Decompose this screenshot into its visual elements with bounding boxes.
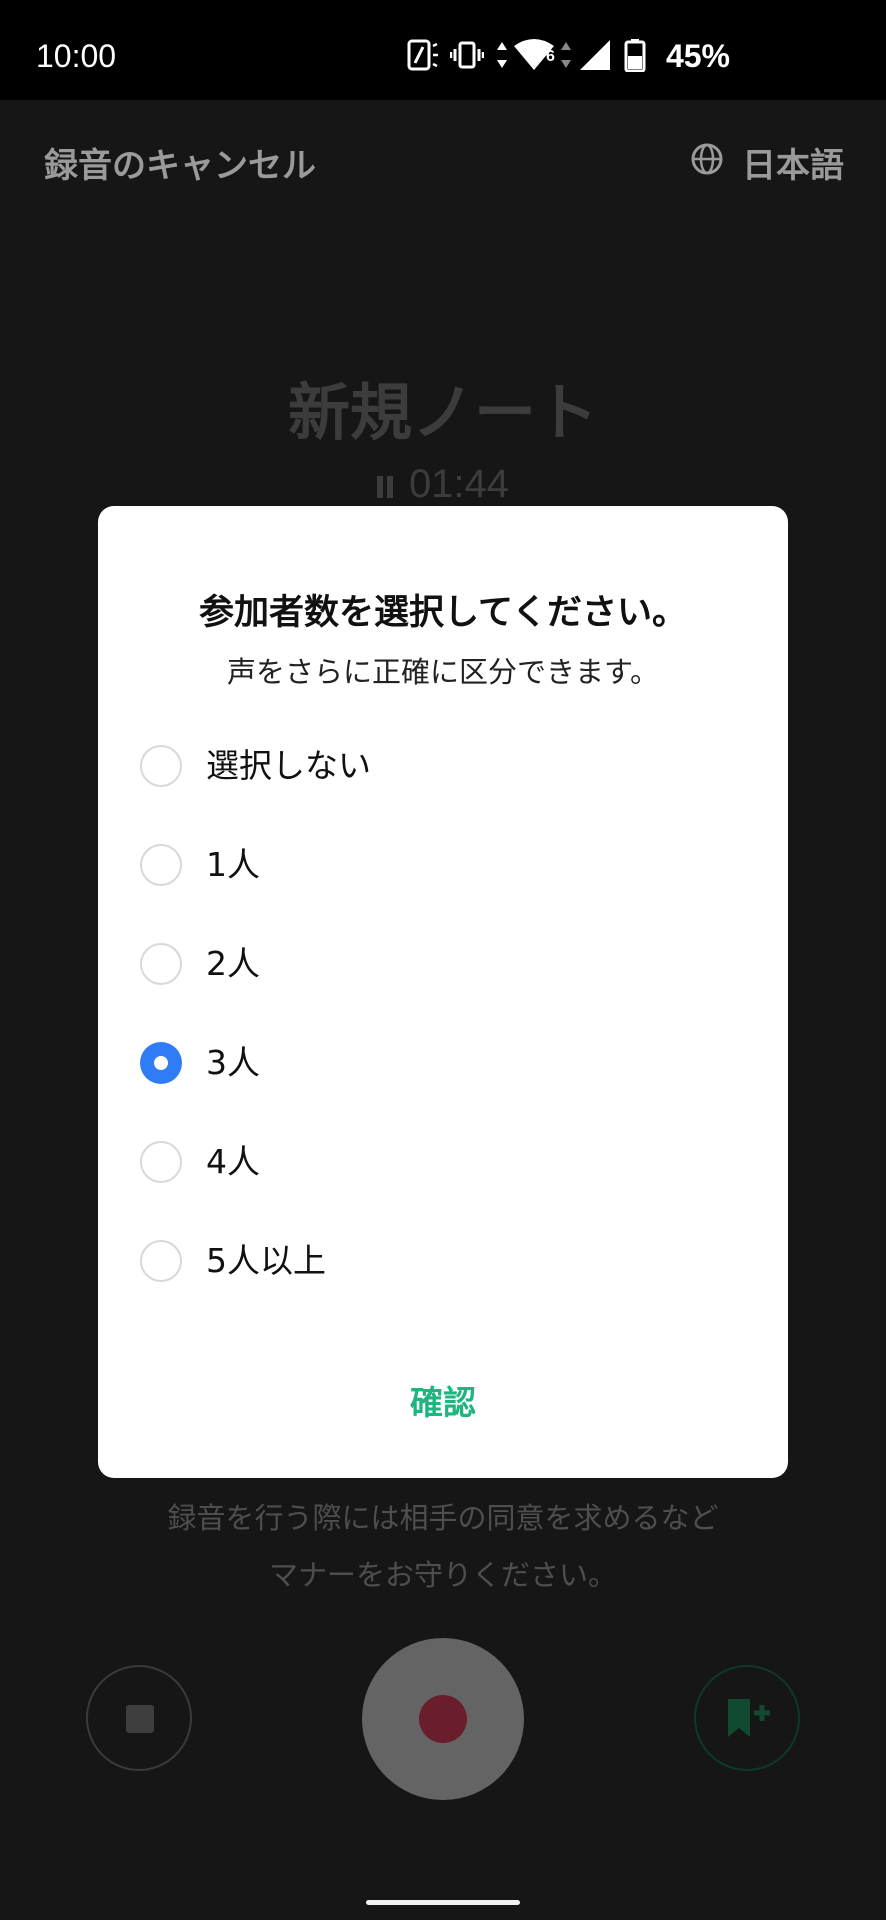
option-label: 2人 — [206, 944, 260, 983]
option-label: 選択しない — [206, 746, 371, 785]
consent-notice: 録音を行う際には相手の同意を求めるなど マナーをお守りください。 — [0, 1490, 886, 1604]
status-bar: 10:00 6 45% — [0, 0, 886, 100]
data-arrows-icon — [561, 42, 571, 68]
language-selector[interactable]: 日本語 — [691, 138, 844, 186]
battery-icon — [624, 39, 646, 72]
recording-timer: 01:44 — [0, 462, 886, 507]
radio-button[interactable] — [140, 943, 182, 985]
radio-button[interactable] — [140, 844, 182, 886]
bookmark-add-icon — [728, 1699, 770, 1737]
cancel-recording-button[interactable]: 録音のキャンセル — [44, 138, 316, 187]
elapsed-time: 01:44 — [408, 462, 510, 506]
confirm-button[interactable]: 確認 — [98, 1376, 788, 1424]
option-2-people[interactable]: 2人 — [140, 915, 740, 1014]
radio-button-selected[interactable] — [140, 1042, 182, 1084]
status-time: 10:00 — [36, 38, 117, 74]
consent-line-1: 録音を行う際には相手の同意を求めるなど — [167, 1501, 719, 1535]
option-label: 5人以上 — [206, 1241, 326, 1280]
pause-icon — [376, 476, 393, 498]
dialog-subtitle: 声をさらに正確に区分できます。 — [226, 655, 660, 689]
battery-percentage: 45% — [665, 38, 730, 74]
home-indicator[interactable] — [366, 1900, 520, 1905]
consent-line-2: マナーをお守りください。 — [268, 1558, 617, 1592]
option-5-plus-people[interactable]: 5人以上 — [140, 1212, 740, 1311]
signal-icon — [580, 40, 610, 70]
radio-button[interactable] — [140, 1141, 182, 1183]
nfc-icon — [407, 39, 438, 71]
option-label: 1人 — [206, 845, 260, 884]
option-no-selection[interactable]: 選択しない — [140, 717, 740, 816]
vibrate-icon — [450, 41, 484, 69]
option-3-people[interactable]: 3人 — [140, 1014, 740, 1113]
data-arrows-icon — [497, 42, 507, 68]
radio-button[interactable] — [140, 745, 182, 787]
note-title: 新規ノート — [287, 376, 598, 449]
record-icon — [419, 1695, 467, 1743]
participant-count-dialog: 参加者数を選択してください。 声をさらに正確に区分できます。 選択しない 1人 … — [98, 506, 788, 1478]
option-label: 3人 — [206, 1043, 260, 1082]
status-icons: 6 45% — [406, 38, 886, 78]
option-4-people[interactable]: 4人 — [140, 1113, 740, 1212]
add-bookmark-button[interactable] — [694, 1665, 800, 1771]
option-1-person[interactable]: 1人 — [140, 816, 740, 915]
record-button[interactable] — [362, 1638, 524, 1800]
globe-icon — [691, 143, 723, 175]
stop-button[interactable] — [86, 1665, 192, 1771]
network-badge: 6 — [546, 48, 555, 65]
option-label: 4人 — [206, 1142, 260, 1181]
participant-options: 選択しない 1人 2人 3人 4人 5人以上 — [140, 717, 740, 1311]
stop-icon — [126, 1705, 154, 1733]
language-label: 日本語 — [742, 146, 844, 186]
radio-button[interactable] — [140, 1240, 182, 1282]
dialog-title: 参加者数を選択してください。 — [199, 593, 687, 633]
